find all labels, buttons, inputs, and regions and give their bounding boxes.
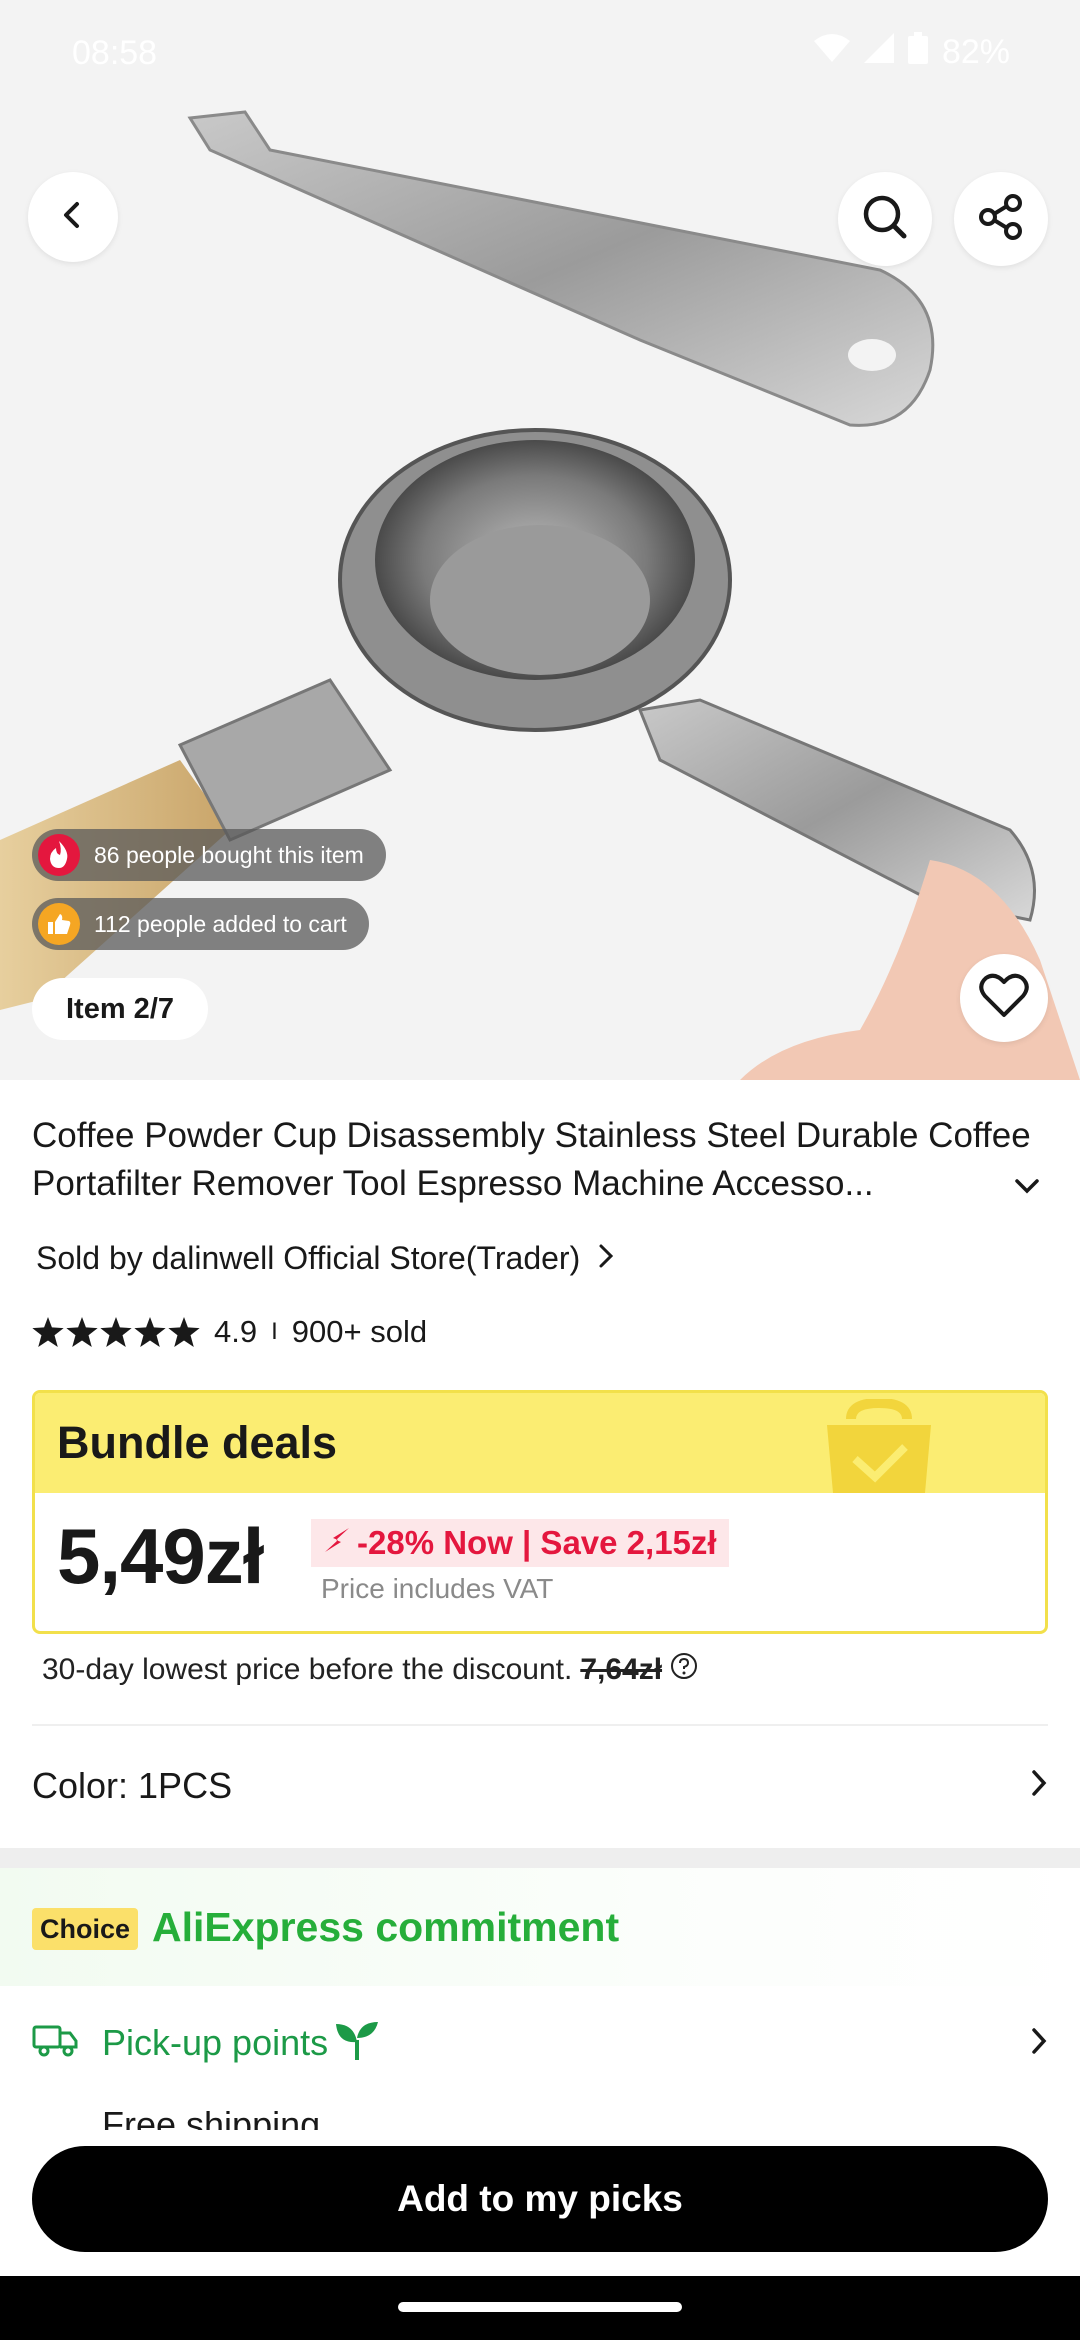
star-icon: [100, 1317, 132, 1347]
signal-icon: [863, 33, 894, 72]
social-cart-text: 112 people added to cart: [94, 910, 347, 937]
lightning-icon: [323, 1524, 351, 1562]
social-proof-bought: 86 people bought this item: [32, 829, 386, 881]
gallery-counter: Item 2/7: [32, 978, 208, 1040]
add-to-picks-button[interactable]: Add to my picks: [32, 2146, 1048, 2252]
shopping-bag-icon: [821, 1397, 937, 1498]
home-indicator[interactable]: [398, 2302, 682, 2312]
rating-separator: I: [271, 1318, 278, 1345]
lowest-price-note: 30-day lowest price before the discount.…: [42, 1652, 698, 1688]
discount-badge: -28% Now | Save 2,15zł: [311, 1519, 729, 1567]
wifi-icon: [813, 33, 850, 72]
pickup-points-row[interactable]: Pick-up points: [32, 2020, 1048, 2065]
pickup-label: Pick-up points: [102, 2021, 329, 2063]
social-proof-cart: 112 people added to cart: [32, 898, 369, 950]
rating-value: 4.9: [214, 1314, 258, 1349]
vat-note: Price includes VAT: [321, 1573, 554, 1604]
seller-link[interactable]: Sold by dalinwell Official Store(Trader): [36, 1240, 614, 1277]
color-selector[interactable]: Color: 1PCS: [32, 1758, 1048, 1814]
expand-title-icon[interactable]: [1014, 1176, 1040, 1201]
product-gallery[interactable]: 08:58 82% 86 people bought this item 112…: [0, 0, 1080, 1080]
share-icon: [976, 192, 1026, 247]
divider: [32, 1724, 1048, 1726]
bundle-deals-card[interactable]: Bundle deals 5,49zł -28% Now | Save 2,15…: [32, 1390, 1048, 1634]
bundle-header: Bundle deals: [35, 1393, 1045, 1493]
leaf-icon: [334, 2020, 380, 2065]
chevron-right-icon: [1030, 2026, 1048, 2061]
lowest-price-text: 30-day lowest price before the discount.: [42, 1653, 573, 1686]
discount-text: -28% Now | Save 2,15zł: [357, 1524, 717, 1561]
search-button[interactable]: [838, 172, 932, 266]
status-bar: 08:58 82%: [0, 0, 1080, 110]
commitment-banner[interactable]: Choice AliExpress commitment: [0, 1868, 1080, 1986]
flame-icon: [38, 834, 80, 876]
original-price: 7,64zł: [580, 1653, 663, 1686]
status-icons: 82%: [813, 32, 1010, 73]
bottom-action-bar: Add to my picks: [0, 2130, 1080, 2276]
chevron-right-icon: [598, 1240, 614, 1277]
product-title[interactable]: Coffee Powder Cup Disassembly Stainless …: [32, 1112, 1042, 1208]
color-label: Color: 1PCS: [32, 1765, 233, 1806]
info-icon[interactable]: [670, 1652, 698, 1688]
battery-icon: [907, 32, 928, 73]
back-button[interactable]: [28, 172, 118, 262]
star-icon: [32, 1317, 64, 1347]
share-button[interactable]: [954, 172, 1048, 266]
search-icon: [860, 192, 910, 247]
rating-stars: [32, 1317, 200, 1347]
wishlist-button[interactable]: [960, 954, 1048, 1042]
star-icon: [66, 1317, 98, 1347]
sold-count: 900+ sold: [291, 1314, 428, 1349]
battery-percent: 82%: [941, 33, 1010, 71]
bundle-title: Bundle deals: [57, 1417, 338, 1468]
commitment-title: AliExpress commitment: [152, 1904, 620, 1950]
chevron-left-icon: [58, 200, 88, 235]
section-separator: [0, 1848, 1080, 1868]
rating-row[interactable]: 4.9 I 900+ sold: [32, 1314, 427, 1350]
truck-icon: [32, 2021, 78, 2064]
star-icon: [168, 1317, 200, 1347]
sale-price: 5,49zł: [57, 1512, 264, 1600]
star-icon: [134, 1317, 166, 1347]
heart-icon: [979, 973, 1029, 1024]
status-time: 08:58: [72, 34, 158, 72]
choice-badge: Choice: [32, 1908, 139, 1950]
thumbs-up-icon: [38, 903, 80, 945]
chevron-right-icon: [1030, 1765, 1048, 1807]
seller-name: Sold by dalinwell Official Store(Trader): [36, 1240, 581, 1276]
social-bought-text: 86 people bought this item: [94, 841, 364, 868]
